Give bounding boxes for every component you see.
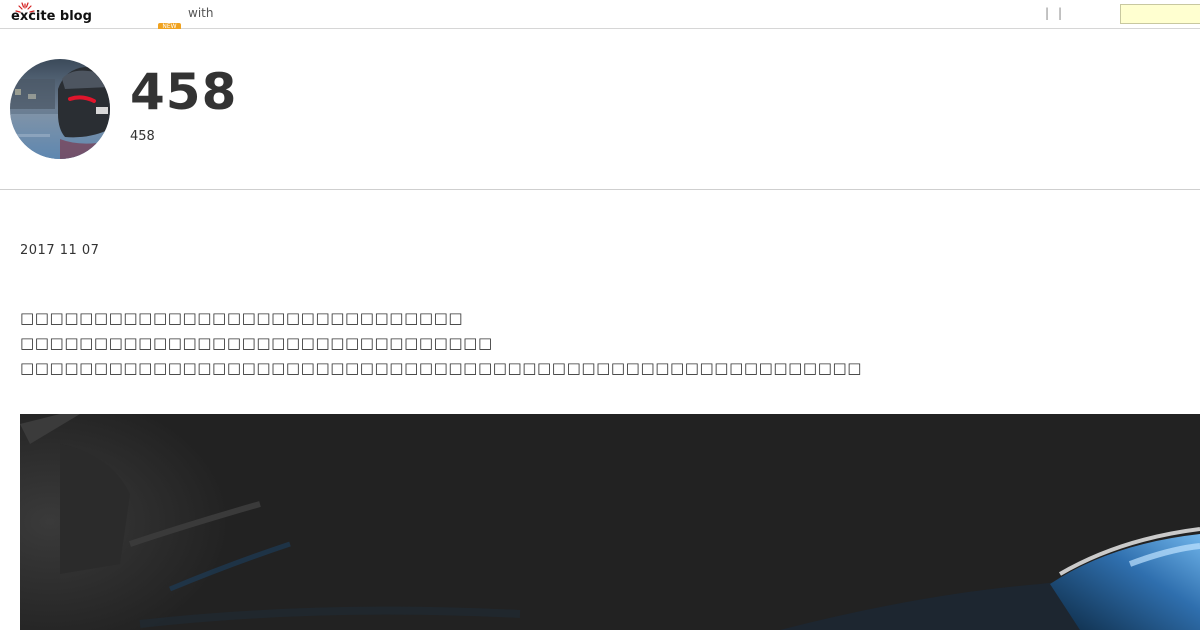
- post-text-line: □□□□□□□□□□□□□□□□□□□□□□□□□□□□□□: [20, 309, 464, 327]
- page-title[interactable]: 458: [130, 67, 237, 117]
- search-input[interactable]: [1120, 4, 1200, 24]
- post-body: □□□□□□□□□□□□□□□□□□□□□□□□□□□□□□ □□□□□□□□□…: [20, 306, 862, 381]
- logo-text: excite blog: [11, 9, 92, 24]
- avatar[interactable]: [10, 59, 110, 159]
- post-text-line: □□□□□□□□□□□□□□□□□□□□□□□□□□□□□□□□□□□□□□□□…: [20, 359, 863, 377]
- post-image[interactable]: [20, 414, 1200, 630]
- blog-subtitle: 458: [130, 129, 155, 144]
- post-date: 2017 11 07: [20, 243, 100, 258]
- separator: |: [1058, 6, 1063, 20]
- top-navigation-bar: excite blog NEW with | |: [0, 0, 1200, 29]
- blog-header: 458 458: [0, 29, 1200, 190]
- post-text-line: □□□□□□□□□□□□□□□□□□□□□□□□□□□□□□□□: [20, 334, 493, 352]
- car-photo-icon: [10, 59, 110, 159]
- excite-blog-logo[interactable]: excite blog: [11, 2, 103, 26]
- separator: |: [1045, 6, 1050, 20]
- car-night-photo-icon: [20, 414, 1200, 630]
- with-link[interactable]: with: [188, 6, 213, 20]
